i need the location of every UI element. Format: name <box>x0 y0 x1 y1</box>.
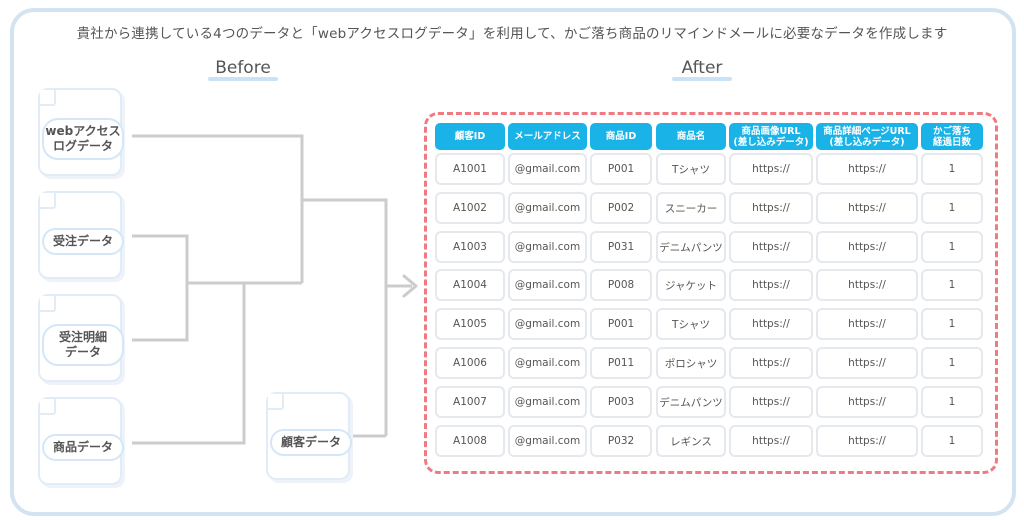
cell-detail-url: https:// <box>816 425 918 457</box>
cell-image-url: https:// <box>729 386 813 418</box>
cell-email: @gmail.com <box>508 347 587 379</box>
source-label-order: 受注データ <box>42 228 124 255</box>
source-doc-product: 商品データ <box>38 397 124 485</box>
cell-product-id: P031 <box>590 231 652 263</box>
cell-image-url: https:// <box>729 153 813 185</box>
header-email: メールアドレス <box>508 123 587 150</box>
cell-product-name: Tシャツ <box>656 308 726 340</box>
cell-customer-id: A1004 <box>435 269 505 301</box>
cell-days-since-abandon: 1 <box>921 153 983 185</box>
cell-email: @gmail.com <box>508 231 587 263</box>
cell-image-url: https:// <box>729 231 813 263</box>
cell-product-id: P032 <box>590 425 652 457</box>
cell-email: @gmail.com <box>508 386 587 418</box>
source-label-order-detail: 受注明細 データ <box>42 324 124 366</box>
cell-customer-id: A1007 <box>435 386 505 418</box>
connector-order <box>132 234 189 283</box>
cell-detail-url: https:// <box>816 347 918 379</box>
cell-customer-id: A1005 <box>435 308 505 340</box>
cell-days-since-abandon: 1 <box>921 425 983 457</box>
cell-customer-id: A1002 <box>435 192 505 224</box>
cell-image-url: https:// <box>729 308 813 340</box>
cell-detail-url: https:// <box>816 192 918 224</box>
source-doc-weblog: webアクセス ログデータ <box>38 88 124 176</box>
cell-product-id: P011 <box>590 347 652 379</box>
cell-days-since-abandon: 1 <box>921 347 983 379</box>
header-customer-id: 顧客ID <box>435 123 505 150</box>
cell-product-name: デニムパンツ <box>656 231 726 263</box>
cell-product-name: レギンス <box>656 425 726 457</box>
source-doc-order-detail: 受注明細 データ <box>38 294 124 382</box>
cell-detail-url: https:// <box>816 269 918 301</box>
cell-days-since-abandon: 1 <box>921 269 983 301</box>
connector-weblog <box>132 134 304 283</box>
header-image-url: 商品画像URL (差し込みデータ) <box>729 123 813 150</box>
cell-product-name: ポロシャツ <box>656 347 726 379</box>
header-product-id: 商品ID <box>590 123 652 150</box>
cell-image-url: https:// <box>729 347 813 379</box>
cell-customer-id: A1008 <box>435 425 505 457</box>
cell-email: @gmail.com <box>508 425 587 457</box>
cell-customer-id: A1001 <box>435 153 505 185</box>
cell-product-name: デニムパンツ <box>656 386 726 418</box>
cell-product-name: Tシャツ <box>656 153 726 185</box>
cell-detail-url: https:// <box>816 386 918 418</box>
cell-product-id: P001 <box>590 153 652 185</box>
cell-product-name: ジャケット <box>656 269 726 301</box>
source-doc-customer: 顧客データ <box>266 392 352 480</box>
cell-days-since-abandon: 1 <box>921 231 983 263</box>
cell-product-id: P002 <box>590 192 652 224</box>
cell-image-url: https:// <box>729 269 813 301</box>
cell-image-url: https:// <box>729 192 813 224</box>
cell-days-since-abandon: 1 <box>921 308 983 340</box>
header-days-since-abandon: かご落ち 経過日数 <box>921 123 983 150</box>
cell-email: @gmail.com <box>508 308 587 340</box>
cell-customer-id: A1006 <box>435 347 505 379</box>
cell-email: @gmail.com <box>508 269 587 301</box>
source-label-product: 商品データ <box>42 434 124 461</box>
header-product-name: 商品名 <box>656 123 726 150</box>
cell-product-id: P003 <box>590 386 652 418</box>
source-label-customer: 顧客データ <box>270 429 352 456</box>
connector-order-detail <box>132 283 189 342</box>
source-doc-order: 受注データ <box>38 191 124 279</box>
cell-product-id: P001 <box>590 308 652 340</box>
cell-detail-url: https:// <box>816 308 918 340</box>
cell-detail-url: https:// <box>816 231 918 263</box>
cell-image-url: https:// <box>729 425 813 457</box>
cell-email: @gmail.com <box>508 192 587 224</box>
cell-product-id: P008 <box>590 269 652 301</box>
source-label-weblog: webアクセス ログデータ <box>42 118 124 160</box>
cell-days-since-abandon: 1 <box>921 386 983 418</box>
cell-customer-id: A1003 <box>435 231 505 263</box>
cell-detail-url: https:// <box>816 153 918 185</box>
header-detail-url: 商品詳細ページURL (差し込みデータ) <box>816 123 918 150</box>
cell-days-since-abandon: 1 <box>921 192 983 224</box>
cell-product-name: スニーカー <box>656 192 726 224</box>
cell-email: @gmail.com <box>508 153 587 185</box>
